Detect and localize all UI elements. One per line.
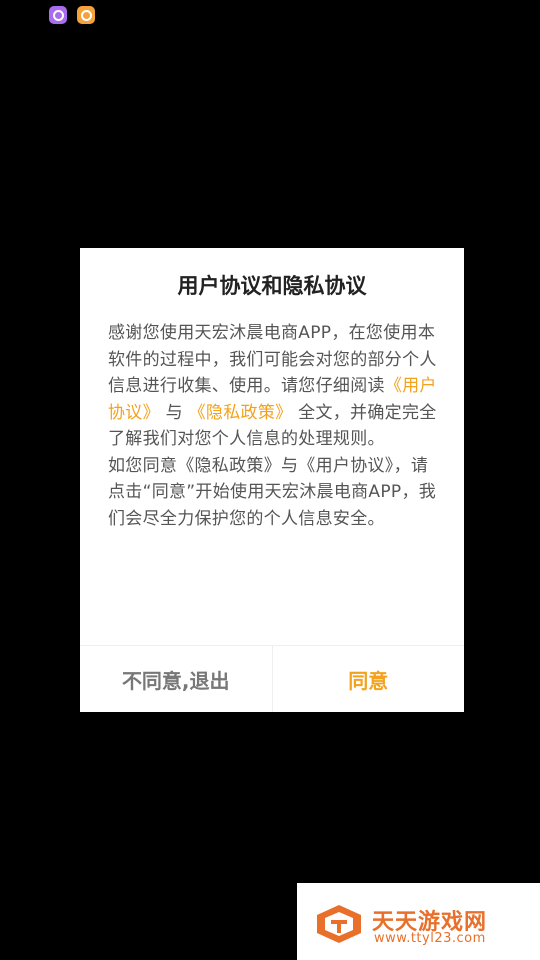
watermark-logo-icon bbox=[317, 905, 361, 943]
dialog-paragraph-1: 感谢您使用天宏沐晨电商APP，在您使用本软件的过程中，我们可能会对您的部分个人信… bbox=[108, 320, 440, 453]
watermark: 天天游戏网 www.ttyl23.com bbox=[297, 883, 540, 960]
screen: 用户协议和隐私协议 感谢您使用天宏沐晨电商APP，在您使用本软件的过程中，我们可… bbox=[0, 0, 540, 960]
purple-app-icon bbox=[49, 6, 67, 24]
status-bar bbox=[49, 6, 95, 24]
privacy-policy-link[interactable]: 《隐私政策》 bbox=[189, 403, 293, 423]
dialog-body: 感谢您使用天宏沐晨电商APP，在您使用本软件的过程中，我们可能会对您的部分个人信… bbox=[108, 320, 440, 532]
watermark-url: www.ttyl23.com bbox=[374, 931, 486, 946]
disagree-exit-button[interactable]: 不同意,退出 bbox=[80, 646, 273, 712]
agree-button[interactable]: 同意 bbox=[273, 646, 465, 712]
body-text-and: 与 bbox=[159, 402, 189, 423]
orange-app-icon bbox=[77, 6, 95, 24]
privacy-dialog: 用户协议和隐私协议 感谢您使用天宏沐晨电商APP，在您使用本软件的过程中，我们可… bbox=[80, 248, 464, 712]
dialog-title: 用户协议和隐私协议 bbox=[177, 274, 367, 298]
dialog-footer: 不同意,退出 同意 bbox=[80, 645, 464, 712]
dialog-paragraph-2: 如您同意《隐私政策》与《用户协议》，请点击“同意”开始使用天宏沐晨电商APP，我… bbox=[108, 455, 437, 529]
